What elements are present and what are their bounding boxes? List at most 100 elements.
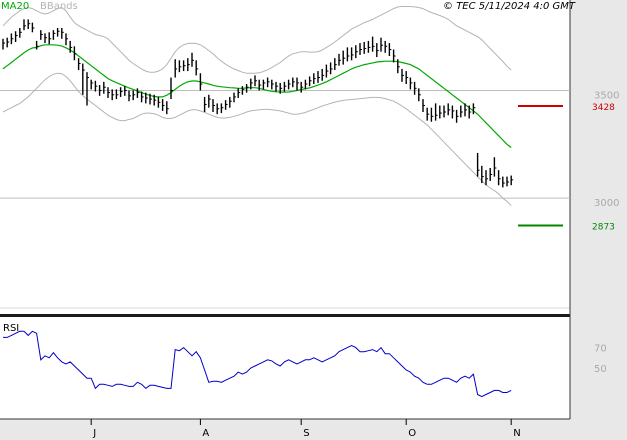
price-bar bbox=[27, 19, 31, 30]
price-bar bbox=[313, 73, 316, 84]
price-bar bbox=[128, 90, 131, 102]
ma20-legend: MA20 bbox=[1, 1, 29, 12]
price-bar bbox=[300, 81, 304, 93]
price-bar bbox=[124, 86, 127, 96]
price-bar bbox=[136, 88, 140, 98]
stock-chart: 3428 2873 3500 3000 70 50 RSI J A S O N MA20 BB… bbox=[0, 0, 627, 440]
price-bar bbox=[40, 30, 43, 40]
price-bar bbox=[292, 77, 295, 88]
price-bar bbox=[388, 43, 392, 56]
price-bar bbox=[23, 19, 26, 31]
price-bar bbox=[430, 107, 434, 122]
month-label: A bbox=[202, 428, 209, 439]
price-bar bbox=[409, 77, 413, 90]
price-bar bbox=[19, 28, 22, 38]
rsi-tick-label: 70 bbox=[594, 344, 607, 355]
price-bar bbox=[363, 42, 367, 54]
price-bar bbox=[174, 59, 178, 78]
price-bar bbox=[439, 105, 442, 119]
price-bar bbox=[220, 103, 224, 114]
price-bar bbox=[287, 79, 291, 90]
price-bar bbox=[178, 60, 182, 73]
price-bar bbox=[182, 60, 186, 72]
price-bar bbox=[359, 43, 362, 55]
price-bar bbox=[195, 60, 199, 76]
support-label: 2873 bbox=[592, 223, 615, 233]
rsi-line bbox=[3, 330, 512, 398]
bbands-lower-line bbox=[2, 72, 512, 207]
price-bar bbox=[392, 49, 396, 63]
resistance-label: 3428 bbox=[592, 103, 615, 113]
price-bar bbox=[308, 76, 312, 87]
price-bar bbox=[334, 58, 337, 70]
price-bar bbox=[77, 58, 81, 70]
panel-separator bbox=[0, 314, 570, 317]
price-bar bbox=[497, 170, 501, 186]
price-bar bbox=[426, 107, 430, 121]
price-bar bbox=[493, 157, 497, 177]
price-bar bbox=[14, 31, 18, 42]
price-bar bbox=[157, 96, 161, 108]
price-bar bbox=[405, 71, 409, 84]
price-bar bbox=[502, 176, 505, 188]
price-bar bbox=[90, 79, 94, 90]
price-bar bbox=[355, 45, 358, 59]
price-bar bbox=[460, 105, 463, 118]
price-bar bbox=[371, 36, 375, 52]
price-bar bbox=[447, 103, 451, 116]
price-bar bbox=[111, 89, 115, 101]
price-bar bbox=[35, 40, 39, 50]
price-bar bbox=[224, 100, 228, 110]
price-bar bbox=[401, 68, 404, 82]
price-bar bbox=[489, 168, 493, 181]
price-bar bbox=[237, 88, 241, 98]
price-bar bbox=[468, 105, 472, 119]
price-bar bbox=[6, 37, 10, 48]
price-bar bbox=[191, 52, 194, 67]
price-bar bbox=[61, 28, 64, 39]
price-bar bbox=[107, 87, 110, 98]
price-tick-label: 3500 bbox=[594, 90, 619, 101]
price-bar bbox=[103, 81, 106, 94]
price-bar bbox=[346, 47, 350, 62]
reference-levels bbox=[0, 89, 570, 199]
price-bar bbox=[254, 75, 257, 87]
rsi-title: RSI bbox=[3, 323, 19, 334]
price-bar bbox=[48, 32, 52, 45]
price-bar bbox=[98, 85, 102, 96]
price-bar bbox=[161, 99, 165, 111]
price-bar bbox=[229, 96, 232, 108]
price-bar bbox=[380, 37, 383, 52]
price-bar bbox=[266, 77, 270, 88]
price-bar bbox=[376, 43, 379, 58]
price-bar bbox=[132, 90, 136, 101]
price-bar bbox=[119, 87, 123, 97]
price-bar bbox=[329, 62, 333, 75]
price-bar bbox=[451, 105, 455, 119]
price-bar bbox=[325, 64, 329, 78]
price-bar bbox=[455, 109, 459, 123]
price-bar bbox=[56, 28, 60, 37]
price-bar bbox=[262, 79, 266, 90]
price-bar bbox=[485, 170, 488, 186]
rsi-tick-label: 50 bbox=[594, 364, 607, 375]
month-label: S bbox=[303, 428, 309, 439]
price-bar bbox=[44, 33, 47, 44]
price-bar bbox=[367, 40, 371, 53]
price-bar bbox=[413, 81, 417, 95]
month-label: O bbox=[408, 428, 416, 439]
price-bar bbox=[481, 165, 484, 184]
bbands-legend: BBands bbox=[40, 1, 78, 12]
price-bar bbox=[208, 94, 211, 108]
price-bar bbox=[434, 103, 438, 121]
price-bar bbox=[443, 105, 446, 118]
price-bar bbox=[216, 103, 220, 115]
price-bar bbox=[2, 38, 5, 50]
price-bar bbox=[338, 53, 341, 66]
price-bar bbox=[296, 77, 299, 91]
price-bars bbox=[2, 19, 514, 188]
price-bar bbox=[166, 101, 169, 115]
price-bar bbox=[52, 30, 56, 40]
price-bar bbox=[476, 152, 480, 177]
price-bar bbox=[203, 96, 207, 112]
